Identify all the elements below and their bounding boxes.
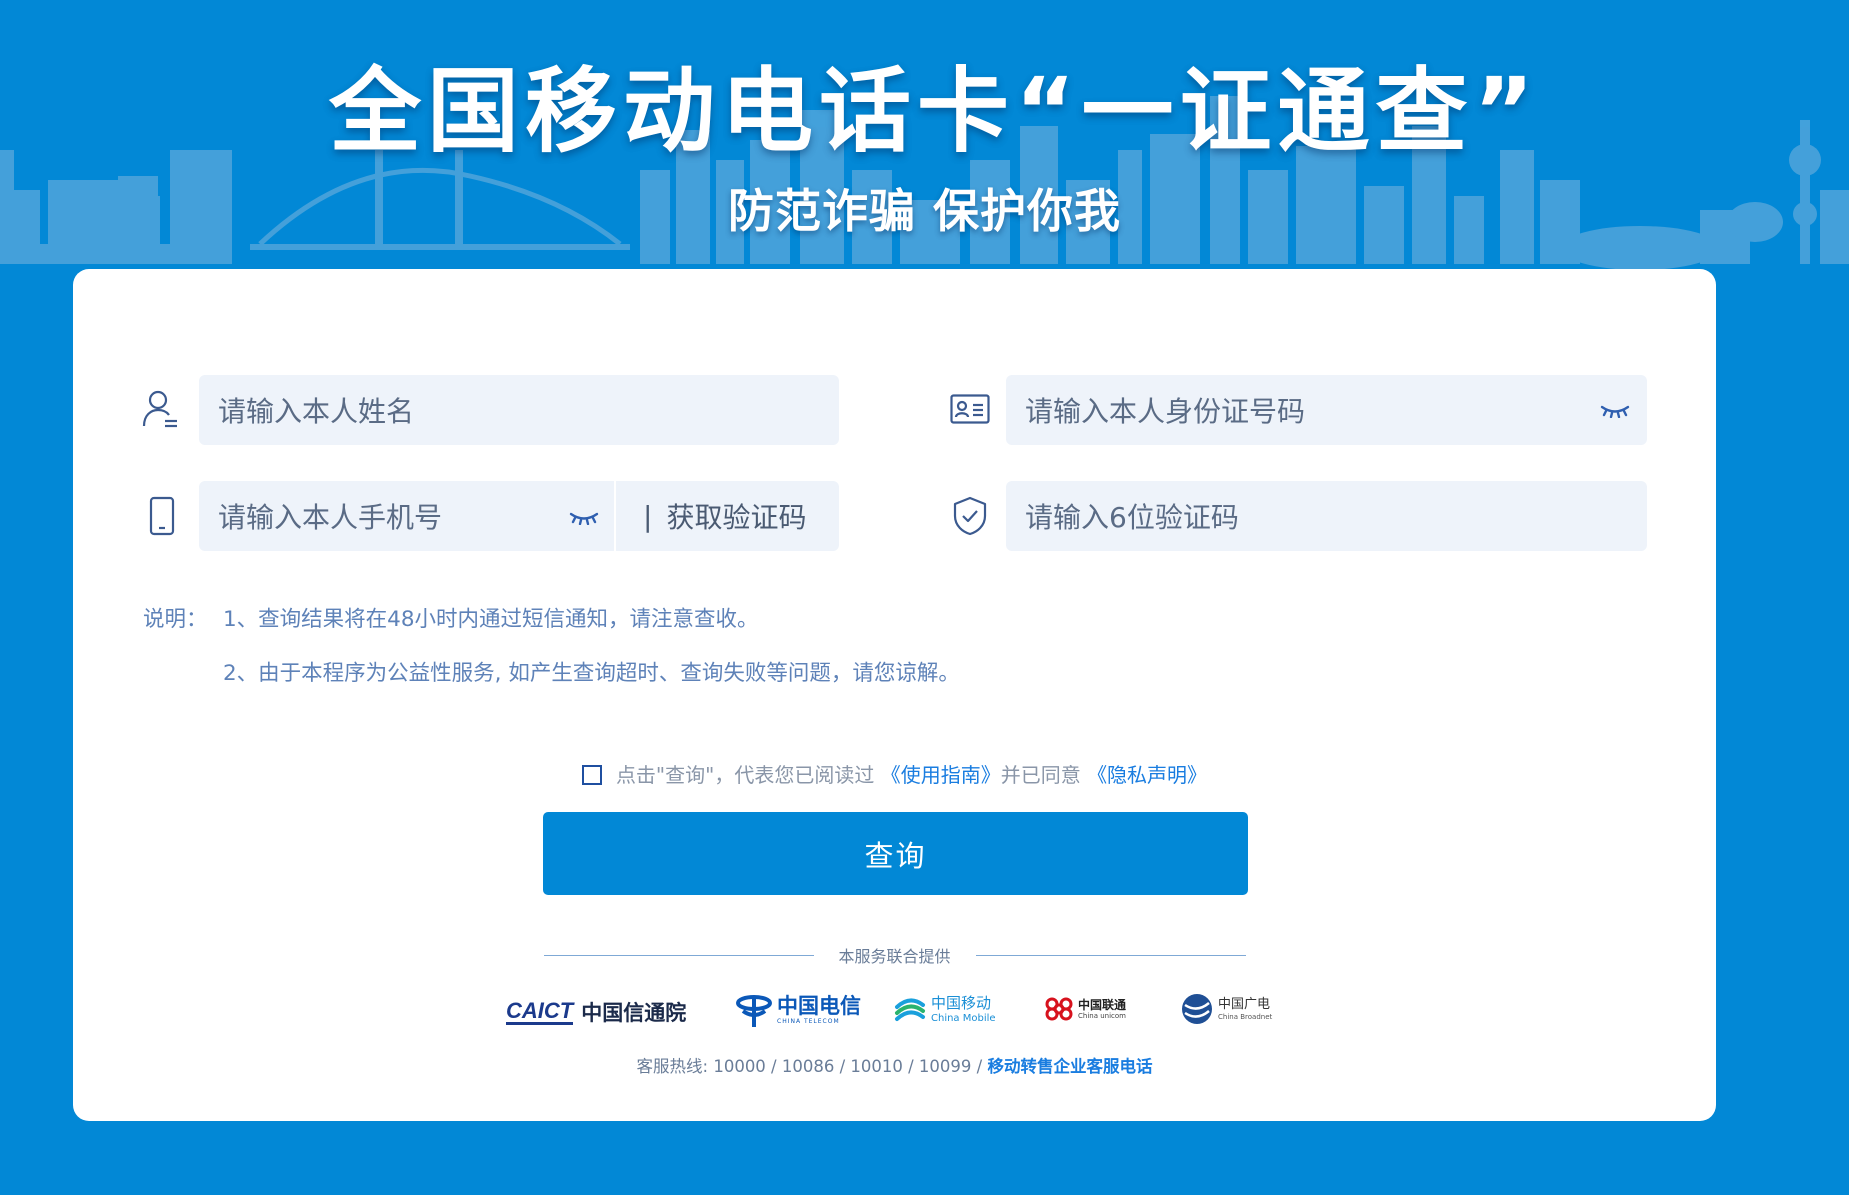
china-broadnet-logo: 中国广电 China Broadnet — [1181, 993, 1272, 1025]
id-card-input-placeholder: 请输入本人身份证号码 — [1025, 395, 1306, 428]
name-input[interactable]: 请输入本人姓名 — [199, 375, 839, 445]
caict-logo: CAICT 中国信通院 — [506, 997, 686, 1027]
provider-label: 本服务联合提供 — [838, 947, 951, 966]
banner-subtitle: 防范诈骗 保护你我 — [727, 184, 1121, 238]
china-mobile-logo-en: China Mobile — [931, 1013, 996, 1024]
header-banner: 全国移动电话卡“一证通查” 防范诈骗 保护你我 — [0, 0, 1849, 270]
phone-icon — [149, 496, 175, 540]
china-unicom-logo-mark — [1045, 997, 1073, 1021]
china-telecom-logo-en: CHINA TELECOM — [777, 1018, 840, 1025]
get-code-button[interactable]: | 获取验证码 — [643, 481, 806, 551]
china-broadnet-logo-mark — [1182, 994, 1212, 1024]
china-telecom-logo-mark — [736, 995, 772, 1027]
provider-divider-right — [976, 955, 1246, 956]
verification-code-input[interactable]: 请输入6位验证码 — [1006, 481, 1647, 551]
banner-title: 全国移动电话卡“一证通查” — [329, 58, 1540, 165]
privacy-statement-link[interactable]: 《隐私声明》 — [1087, 763, 1207, 787]
hotline-row: 客服热线: 10000 / 10086 / 10010 / 10099 / 移动… — [73, 1053, 1716, 1077]
phone-field-divider — [614, 481, 616, 551]
china-mobile-logo-cn: 中国移动 — [931, 994, 992, 1012]
agreement-row: 点击"查询"，代表您已阅读过 《使用指南》并已同意 《隐私声明》 — [73, 759, 1716, 788]
china-broadnet-logo-cn: 中国广电 — [1218, 996, 1271, 1012]
caict-logo-en: CAICT — [506, 999, 574, 1026]
query-submit-button[interactable]: 查询 — [543, 812, 1248, 895]
query-form-card: 请输入本人姓名 请输入本人身份证号码 请输入本人手机号 | 获取验证码 请输入6… — [73, 269, 1716, 1121]
mvno-hotline-link[interactable]: 移动转售企业客服电话 — [987, 1057, 1152, 1076]
agreement-text: 点击"查询"，代表您已阅读过 — [615, 763, 875, 787]
china-unicom-logo: 中国联通 China unicom — [1043, 995, 1126, 1023]
china-mobile-logo-mark — [895, 998, 925, 1021]
usage-guide-link[interactable]: 《使用指南》 — [881, 763, 1001, 787]
name-input-placeholder: 请输入本人姓名 — [218, 395, 415, 428]
phone-input-placeholder: 请输入本人手机号 — [218, 501, 443, 534]
note-item-2: 2、由于本程序为公益性服务, 如产生查询超时、查询失败等问题，请您谅解。 — [223, 661, 960, 686]
eye-closed-icon[interactable] — [1600, 403, 1630, 422]
user-icon — [141, 389, 179, 433]
get-code-label: 获取验证码 — [666, 501, 807, 534]
caict-logo-cn: 中国信通院 — [581, 1001, 687, 1025]
id-card-input[interactable]: 请输入本人身份证号码 — [1006, 375, 1647, 445]
note-item-1: 1、查询结果将在48小时内通过短信通知，请注意查收。 — [223, 607, 759, 632]
notes-label: 说明： — [143, 607, 208, 632]
hotline-text: 客服热线: 10000 / 10086 / 10010 / 10099 / — [636, 1057, 983, 1076]
shield-check-icon — [953, 496, 987, 540]
china-unicom-logo-en: China unicom — [1078, 1011, 1126, 1020]
china-unicom-logo-cn: 中国联通 — [1078, 997, 1127, 1012]
china-telecom-logo: 中国电信 CHINA TELECOM — [735, 991, 861, 1029]
get-code-separator: | — [643, 499, 653, 533]
eye-closed-icon[interactable] — [569, 510, 599, 529]
agreement-text-middle: 并已同意 — [1000, 763, 1081, 787]
china-broadnet-logo-en: China Broadnet — [1218, 1012, 1273, 1021]
id-card-icon — [950, 394, 990, 428]
agreement-checkbox[interactable] — [581, 764, 602, 785]
china-mobile-logo: 中国移动 China Mobile — [893, 993, 996, 1027]
china-telecom-logo-cn: 中国电信 — [777, 993, 861, 1018]
verification-code-placeholder: 请输入6位验证码 — [1025, 501, 1239, 534]
